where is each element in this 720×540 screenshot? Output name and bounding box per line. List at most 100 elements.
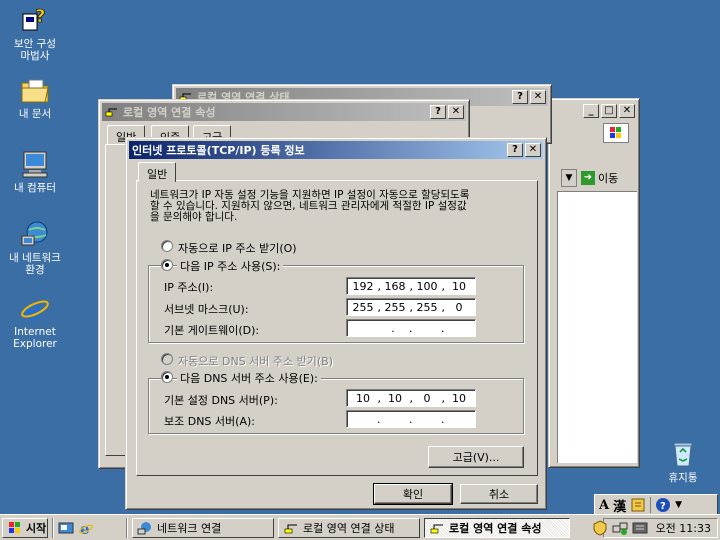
dns-octet: 10, bbox=[356, 391, 381, 405]
computer-icon bbox=[19, 148, 51, 180]
manual-dns-radio[interactable] bbox=[161, 371, 173, 383]
ime-separator bbox=[650, 497, 652, 513]
octet-dot: . bbox=[441, 321, 445, 335]
volume-tray-icon[interactable] bbox=[632, 520, 648, 536]
svg-text:?: ? bbox=[35, 6, 45, 27]
security-shield-icon[interactable] bbox=[592, 520, 608, 536]
advanced-button[interactable]: 고급(V)... bbox=[428, 446, 524, 468]
close-button[interactable]: ✕ bbox=[525, 143, 541, 157]
desktop-icon-my-network[interactable]: 내 네트워크 환경 bbox=[0, 218, 70, 276]
desktop-icon-label: 보안 구성 마법사 bbox=[14, 38, 56, 62]
dns-octet: 0, bbox=[423, 391, 446, 405]
manual-ip-radio[interactable] bbox=[161, 259, 173, 271]
clock[interactable]: 오전 11:33 bbox=[656, 520, 711, 536]
go-label: 이동 bbox=[598, 172, 619, 185]
help-button[interactable]: ? bbox=[512, 90, 528, 104]
taskbar-separator bbox=[126, 518, 128, 538]
auto-dns-radio[interactable] bbox=[161, 353, 173, 365]
preferred-dns-label: 기본 설정 DNS 서버(P): bbox=[164, 394, 278, 407]
preferred-dns-field[interactable]: 10, 10, 0, 10 bbox=[346, 389, 476, 407]
minimize-button[interactable]: _ bbox=[583, 104, 599, 118]
network-connection-icon bbox=[105, 106, 119, 118]
octet-dot: . bbox=[409, 321, 413, 335]
tcpip-properties-dialog[interactable]: 인터넷 프로토콜(TCP/IP) 등록 정보 ? ✕ 일반 네트워크가 IP 자… bbox=[125, 137, 547, 510]
desktop-icon-my-documents[interactable]: 내 문서 bbox=[0, 74, 70, 120]
taskbar-item-lan-properties[interactable]: 로컬 영역 연결 속성 bbox=[424, 518, 570, 538]
ime-options-arrow[interactable]: ▼ bbox=[675, 500, 682, 510]
ime-input-mode-button[interactable]: A bbox=[599, 498, 609, 513]
windows-logo-icon bbox=[603, 123, 629, 143]
subnet-mask-field[interactable]: 255, 255, 255, 0 bbox=[346, 298, 476, 316]
octet-dot: . bbox=[391, 321, 395, 335]
system-tray: 오전 11:33 bbox=[593, 518, 718, 538]
octet-dot: . bbox=[441, 412, 445, 426]
help-button[interactable]: ? bbox=[507, 143, 523, 157]
taskbar-item-network-connections[interactable]: 네트워크 연결 bbox=[132, 518, 274, 538]
windows-flag-icon bbox=[7, 520, 23, 536]
ip-octet: 192, bbox=[352, 279, 382, 293]
desktop-icon-label: 내 네트워크 환경 bbox=[9, 252, 61, 276]
window-controls: ? ✕ bbox=[512, 90, 546, 104]
octet-dot: . bbox=[409, 412, 413, 426]
start-button[interactable]: 시작 bbox=[2, 518, 48, 538]
ip-octet: 10 bbox=[452, 279, 466, 293]
svg-text:?: ? bbox=[660, 501, 666, 512]
properties-title: 로컬 영역 연결 속성 bbox=[123, 106, 216, 119]
ip-octet: 100, bbox=[416, 279, 446, 293]
network-connection-icon bbox=[283, 520, 299, 536]
go-button[interactable]: ➜ 이동 bbox=[581, 169, 618, 187]
subnet-octet: 255, bbox=[416, 300, 446, 314]
properties-title-bar[interactable]: 로컬 영역 연결 속성 bbox=[102, 103, 466, 121]
ip-address-field[interactable]: 192, 168, 100, 10 bbox=[346, 277, 476, 295]
taskbar: 시작 e 네트워크 연결 로컬 영역 연결 상태 로컬 영역 연결 속성 오전 … bbox=[0, 514, 720, 540]
default-gateway-label: 기본 게이트웨이(D): bbox=[164, 324, 260, 337]
window-controls: _ □ ✕ bbox=[583, 104, 635, 118]
quick-launch: e bbox=[58, 520, 94, 538]
maximize-button[interactable]: □ bbox=[601, 104, 617, 118]
subnet-octet: 255, bbox=[352, 300, 382, 314]
taskbar-item-label: 네트워크 연결 bbox=[157, 522, 222, 535]
ok-button[interactable]: 확인 bbox=[373, 483, 453, 505]
close-button[interactable]: ✕ bbox=[448, 105, 464, 119]
tcpip-title-bar[interactable]: 인터넷 프로토콜(TCP/IP) 등록 정보 bbox=[129, 141, 543, 159]
go-arrow-icon: ➜ bbox=[581, 171, 595, 185]
taskbar-separator bbox=[52, 518, 54, 538]
desktop-icon-label: Internet Explorer bbox=[13, 326, 57, 350]
taskbar-item-label: 로컬 영역 연결 속성 bbox=[449, 522, 542, 535]
ip-octet: 168, bbox=[384, 279, 414, 293]
desktop-icon-my-computer[interactable]: 내 컴퓨터 bbox=[0, 148, 70, 194]
taskbar-item-label: 로컬 영역 연결 상태 bbox=[303, 522, 395, 535]
subnet-octet: 0 bbox=[455, 300, 463, 314]
folder-documents-icon bbox=[19, 74, 51, 106]
ime-language-bar: A 漢 ? ▼ bbox=[594, 494, 718, 516]
tab-general[interactable]: 일반 bbox=[138, 162, 177, 182]
address-dropdown-arrow[interactable]: ▼ bbox=[561, 169, 577, 187]
close-button[interactable]: ✕ bbox=[530, 90, 546, 104]
close-button[interactable]: ✕ bbox=[619, 104, 635, 118]
help-button[interactable]: ? bbox=[430, 105, 446, 119]
desktop-icon-label: 내 문서 bbox=[18, 108, 52, 120]
network-connections-window[interactable]: _ □ ✕ ▼ ➜ 이동 bbox=[548, 98, 640, 468]
ip-address-label: IP 주소(I): bbox=[164, 281, 214, 294]
recycle-bin-icon bbox=[667, 438, 699, 470]
internet-explorer-icon[interactable]: e bbox=[78, 520, 94, 538]
cancel-button[interactable]: 취소 bbox=[460, 484, 538, 504]
desktop-icon-security-wizard[interactable]: ? 보안 구성 마법사 bbox=[0, 4, 70, 62]
ime-hanja-button[interactable]: 漢 bbox=[613, 496, 626, 515]
auto-ip-radio[interactable] bbox=[161, 240, 173, 252]
default-gateway-field[interactable]: . . . bbox=[346, 319, 476, 337]
auto-dns-label: 자동으로 DNS 서버 주소 받기(B) bbox=[178, 355, 333, 368]
ime-help-icon[interactable]: ? bbox=[655, 497, 671, 513]
desktop-icon-recycle-bin[interactable]: 휴지통 bbox=[648, 438, 718, 484]
ime-pad-icon[interactable] bbox=[630, 497, 646, 513]
network-tray-icon[interactable] bbox=[612, 520, 628, 536]
security-wizard-icon: ? bbox=[19, 4, 51, 36]
network-connection-icon bbox=[429, 520, 445, 536]
alternate-dns-label: 보조 DNS 서버(A): bbox=[164, 415, 255, 428]
manual-ip-label: 다음 IP 주소 사용(S): bbox=[177, 258, 284, 274]
alternate-dns-field[interactable]: . . . bbox=[346, 410, 476, 428]
show-desktop-icon[interactable] bbox=[58, 520, 74, 536]
dns-octet: 10 bbox=[452, 391, 466, 405]
desktop-icon-internet-explorer[interactable]: e Internet Explorer bbox=[0, 292, 70, 350]
taskbar-item-lan-status[interactable]: 로컬 영역 연결 상태 bbox=[278, 518, 420, 538]
